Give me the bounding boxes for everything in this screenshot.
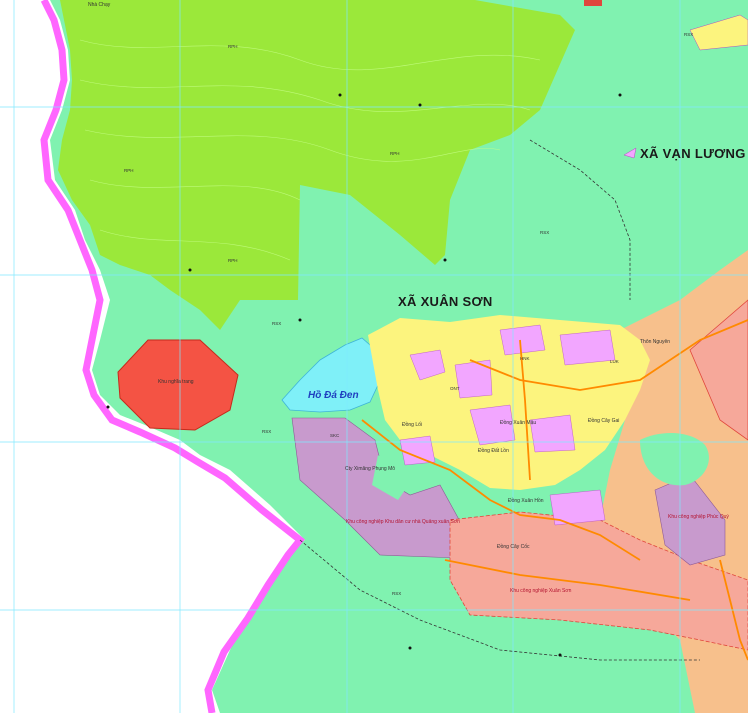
label-kcn: Khu công nghiệp Xuân Sơn (510, 588, 572, 594)
code-luk: LUK (610, 359, 619, 364)
code-rph-3: RPH (228, 258, 238, 263)
code-rsx-4: RSX (392, 591, 401, 596)
label-ho-da-den: Hồ Đá Đen (308, 389, 359, 401)
red-marker-top (584, 0, 602, 6)
label-xa-van-luong: XÃ VẠN LƯƠNG (640, 146, 746, 161)
label-xa-xuan-son: XÃ XUÂN SƠN (398, 294, 493, 309)
code-ont: ONT (450, 386, 460, 391)
label-khu-nghia-trang: Khu nghĩa trang (158, 379, 194, 385)
land-use-map[interactable]: XÃ VẠN LƯƠNG XÃ XUÂN SƠN Hồ Đá Đen Khu n… (0, 0, 748, 713)
code-hnk: HNK (520, 356, 530, 361)
label-nha-chay: Nhà Chạy (88, 2, 111, 8)
label-dong-xuan-hon: Đồng Xuân Hồn (508, 498, 544, 504)
label-cum: Khu công nghiệp Phúc Quý (668, 514, 729, 520)
label-ccn: Khu công nghiệp Khu dân cư nhà Quảng xuâ… (346, 519, 460, 525)
label-dong-xuan-mau: Đồng Xuân Mậu (500, 420, 536, 426)
label-dong-loi: Đồng Lối (402, 422, 422, 428)
label-thon-nguyen: Thôn Nguyên (640, 339, 670, 345)
code-rph-1: RPH (228, 44, 238, 49)
code-rsx-1: RSX (540, 230, 549, 235)
code-rsx-5: RSX (684, 32, 693, 37)
label-dong-cay-coc: Đồng Cây Cốc (497, 544, 530, 550)
label-dong-dat-lon: Đồng Đất Lồn (478, 448, 509, 454)
code-rsx-3: RSX (262, 429, 271, 434)
label-dong-cay-gai: Đồng Cây Gai (588, 418, 619, 424)
code-skc: SKC (330, 433, 340, 438)
code-rsx-2: RSX (272, 321, 281, 326)
code-rph-2: RPH (390, 151, 400, 156)
label-cty-xi-mang: Cty Ximăng Phụng Mô (345, 466, 395, 472)
code-rph-4: RPH (124, 168, 134, 173)
